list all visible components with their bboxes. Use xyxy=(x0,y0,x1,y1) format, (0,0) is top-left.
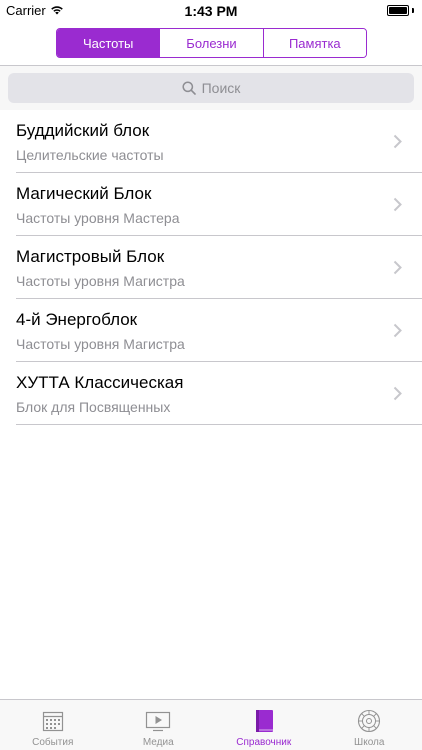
search-icon xyxy=(182,81,196,95)
tab-label: Школа xyxy=(354,737,385,748)
tab-events[interactable]: События xyxy=(0,700,106,750)
segment-diseases[interactable]: Болезни xyxy=(159,29,263,57)
list-item[interactable]: 4-й Энергоблок Частоты уровня Магистра xyxy=(16,299,422,362)
play-icon xyxy=(145,708,171,734)
list-item-subtitle: Частоты уровня Магистра xyxy=(16,336,185,352)
reference-list: Буддийский блок Целительские частоты Маг… xyxy=(0,110,422,425)
mandala-icon xyxy=(356,708,382,734)
tab-bar: События Медиа Справочник Школа xyxy=(0,699,422,750)
list-item[interactable]: Магический Блок Частоты уровня Мастера xyxy=(16,173,422,236)
chevron-right-icon xyxy=(393,323,402,338)
chevron-right-icon xyxy=(393,134,402,149)
chevron-right-icon xyxy=(393,386,402,401)
list-item-subtitle: Частоты уровня Магистра xyxy=(16,273,185,289)
status-time: 1:43 PM xyxy=(184,3,238,19)
segment-frequencies[interactable]: Частоты xyxy=(57,29,160,57)
list-item-subtitle: Целительские частоты xyxy=(16,147,164,163)
chevron-right-icon xyxy=(393,197,402,212)
list-item[interactable]: ХУТТА Классическая Блок для Посвященных xyxy=(16,362,422,425)
tab-label: События xyxy=(32,737,74,748)
battery-icon xyxy=(387,5,409,16)
search-input[interactable]: Поиск xyxy=(8,73,414,103)
tab-media[interactable]: Медиа xyxy=(106,700,212,750)
list-item[interactable]: Буддийский блок Целительские частоты xyxy=(16,110,422,173)
list-item-title: Магический Блок xyxy=(16,184,152,203)
tab-reference[interactable]: Справочник xyxy=(211,700,317,750)
list-item-subtitle: Частоты уровня Мастера xyxy=(16,210,180,226)
search-bar: Поиск xyxy=(0,66,422,110)
list-item-title: 4-й Энергоблок xyxy=(16,310,138,329)
segmented-control: Частоты Болезни Памятка xyxy=(56,28,367,58)
list-item-title: Буддийский блок xyxy=(16,121,150,140)
tab-label: Справочник xyxy=(236,737,292,748)
book-icon xyxy=(251,708,277,734)
status-right xyxy=(387,5,414,16)
search-placeholder: Поиск xyxy=(201,80,241,96)
status-bar: Carrier 1:43 PM xyxy=(0,0,422,22)
list-item-title: ХУТТА Классическая xyxy=(16,373,184,392)
tab-label: Медиа xyxy=(142,737,174,748)
chevron-right-icon xyxy=(393,260,402,275)
tab-school[interactable]: Школа xyxy=(317,700,422,750)
battery-tip xyxy=(412,8,414,13)
calendar-icon xyxy=(40,708,66,734)
list-item[interactable]: Магистровый Блок Частоты уровня Магистра xyxy=(16,236,422,299)
list-item-subtitle: Блок для Посвященных xyxy=(16,399,171,415)
list-item-title: Магистровый Блок xyxy=(16,247,165,266)
segment-memo[interactable]: Памятка xyxy=(262,29,366,57)
